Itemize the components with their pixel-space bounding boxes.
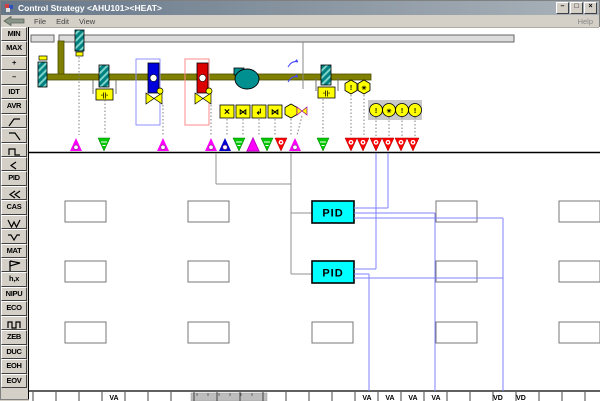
- pid-label: PID: [322, 208, 343, 220]
- sensor-glyph: !: [414, 108, 416, 115]
- toolbar-button-min[interactable]: MIN: [1, 27, 27, 41]
- titlebar[interactable]: Control Strategy <AHU101><HEAT> –□×: [1, 1, 599, 15]
- close-button[interactable]: ×: [584, 2, 597, 14]
- menubar: File Edit View Help: [1, 15, 599, 28]
- chevron-double-left-icon: [7, 187, 22, 200]
- hexagon-sensor-icon[interactable]: [285, 104, 297, 118]
- symbol-toolbar: MINMAX+–IDTAVRPIDCASMATh,xNIPUECOZEBDUCE…: [1, 27, 29, 399]
- toolbar-button-pid[interactable]: PID: [1, 171, 27, 185]
- toolbar-button-curve-w[interactable]: [1, 215, 27, 229]
- sensor-glyph: !: [375, 108, 377, 115]
- menu-help[interactable]: Help: [578, 17, 593, 26]
- strategy-slot[interactable]: [436, 322, 477, 343]
- minimize-button[interactable]: –: [556, 2, 569, 14]
- back-arrow-icon[interactable]: [3, 16, 25, 26]
- toolbar-button-subtract[interactable]: –: [1, 70, 27, 84]
- strategy-slot[interactable]: [188, 322, 229, 343]
- toolbar-button-hx[interactable]: h,x: [1, 272, 27, 286]
- strategy-slot[interactable]: [559, 322, 600, 343]
- toolbar-button-cas[interactable]: CAS: [1, 200, 27, 214]
- terminal-label-va[interactable]: VA: [408, 395, 417, 401]
- duct-segment: [59, 35, 514, 42]
- pulse-icon: [7, 317, 22, 330]
- sensor-glyph: !: [350, 85, 352, 92]
- damper-actuator[interactable]: [39, 56, 47, 60]
- sensor-glyph: ✳: [361, 85, 366, 92]
- toolbar-button-mat[interactable]: MAT: [1, 244, 27, 258]
- duct-segment: [31, 35, 54, 42]
- menu-view[interactable]: View: [79, 17, 95, 26]
- ramp-up-icon: [7, 115, 22, 128]
- toolbar-button-nipu[interactable]: NIPU: [1, 287, 27, 301]
- coil-port: [199, 75, 206, 82]
- toolbar-button-pulse[interactable]: [1, 316, 27, 330]
- terminal-label-vd[interactable]: VD: [516, 395, 526, 401]
- heat-exchanger-icon[interactable]: [99, 65, 109, 87]
- toolbar-button-optimiser[interactable]: [1, 258, 27, 272]
- toolbar-button-limit-high[interactable]: [1, 114, 27, 128]
- step-icon: [7, 144, 22, 157]
- zigzag-v-icon: [7, 230, 22, 243]
- toolbar-button-compare[interactable]: [1, 157, 27, 171]
- coil-port: [150, 75, 157, 82]
- toolbar-button-compare-double[interactable]: [1, 186, 27, 200]
- flag-icon: [7, 259, 22, 272]
- menu-file[interactable]: File: [34, 17, 46, 26]
- strategy-slot[interactable]: [188, 261, 229, 282]
- damper-actuator[interactable]: [76, 52, 83, 56]
- toolbar-button-max[interactable]: MAX: [1, 41, 27, 55]
- damper-icon[interactable]: [38, 62, 47, 87]
- strategy-canvas: -||- ✕ ⋈ ↲ ⋈: [1, 1, 600, 401]
- strategy-slot[interactable]: [312, 322, 353, 343]
- box-glyph: ↲: [256, 108, 263, 117]
- strategy-slot[interactable]: [65, 322, 106, 343]
- heat-exchanger-icon[interactable]: [321, 65, 331, 85]
- strategy-slot[interactable]: [188, 201, 229, 222]
- temperature-sensor-icon[interactable]: !: [345, 80, 357, 94]
- terminal-label-va[interactable]: VA: [109, 395, 118, 401]
- strategy-slot[interactable]: [65, 201, 106, 222]
- toolbar-button-curve-v[interactable]: [1, 229, 27, 243]
- toolbar-button-zeb[interactable]: ZEB: [1, 330, 27, 344]
- filter-glyph: -||-: [101, 93, 108, 99]
- zigzag-w-icon: [7, 216, 22, 229]
- sensor-glyph: !: [401, 108, 403, 115]
- window-title: Control Strategy <AHU101><HEAT>: [18, 3, 556, 13]
- toolbar-button-eco[interactable]: ECO: [1, 301, 27, 315]
- terminal-label-va[interactable]: VA: [362, 395, 371, 401]
- strategy-slot[interactable]: [65, 261, 106, 282]
- toolbar-button-limit-low[interactable]: [1, 128, 27, 142]
- strategy-slot[interactable]: [559, 261, 600, 282]
- toolbar-button-eov[interactable]: EOV: [1, 374, 27, 388]
- filter-glyph: -||-: [323, 91, 330, 97]
- ramp-down-icon: [7, 129, 22, 142]
- fan-sensor-icon[interactable]: ✳: [358, 80, 370, 94]
- damper-icon[interactable]: [75, 30, 84, 51]
- toolbar-button-duc[interactable]: DUC: [1, 345, 27, 359]
- terminal-label-va[interactable]: VA: [385, 395, 394, 401]
- strategy-slot[interactable]: [559, 201, 600, 222]
- pipe-vertical: [58, 41, 64, 75]
- box-glyph: ⋈: [271, 108, 279, 117]
- sensor-glyph: ✳: [386, 108, 391, 115]
- strategy-slot[interactable]: [436, 201, 477, 222]
- toolbar-button-step[interactable]: [1, 143, 27, 157]
- app-icon: [5, 4, 14, 13]
- strategy-slot[interactable]: [436, 261, 477, 282]
- chevron-left-icon: [7, 158, 22, 171]
- box-glyph: ✕: [224, 108, 231, 117]
- restore-button[interactable]: □: [570, 2, 583, 14]
- toolbar-button-avr[interactable]: AVR: [1, 99, 27, 113]
- toolbar-button-idt[interactable]: IDT: [1, 85, 27, 99]
- terminal-label-va[interactable]: VA: [431, 395, 440, 401]
- toolbar-button-add[interactable]: +: [1, 56, 27, 70]
- box-glyph: ⋈: [239, 108, 247, 117]
- pid-label: PID: [322, 268, 343, 280]
- control-strategy-window: { "window": { "title": "Control Strategy…: [0, 0, 600, 400]
- toolbar-button-eoh[interactable]: EOH: [1, 359, 27, 373]
- menu-edit[interactable]: Edit: [56, 17, 69, 26]
- terminal-label-vd[interactable]: VD: [493, 395, 503, 401]
